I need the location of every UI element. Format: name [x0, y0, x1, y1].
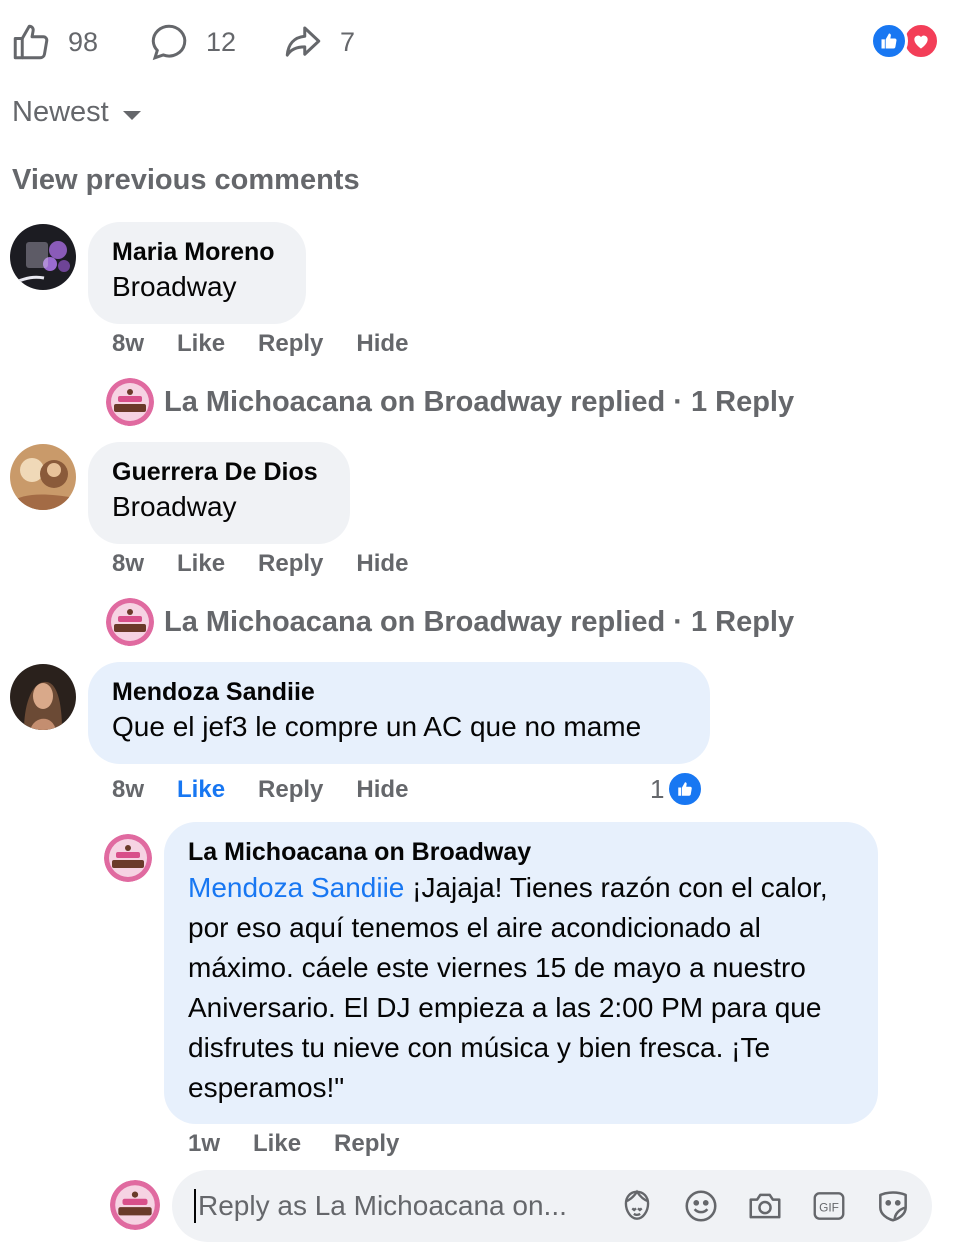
svg-text:GIF: GIF [819, 1201, 839, 1215]
comment-timestamp[interactable]: 8w [112, 330, 144, 358]
thumbs-up-icon [13, 24, 49, 60]
page-avatar [106, 598, 154, 646]
avatar[interactable] [10, 444, 76, 510]
comment-sort-dropdown[interactable]: Newest [12, 96, 141, 129]
share-count: 7 [340, 26, 356, 57]
comment-author[interactable]: Guerrera De Dios [112, 456, 326, 488]
reply-bubble: La Michoacana on Broadway Mendoza Sandii… [164, 822, 878, 1124]
replied-summary: La Michoacana on Broadway replied · 1 Re… [164, 385, 795, 418]
reply-button[interactable]: Reply [258, 550, 323, 578]
comment-text: Que el jef3 le compre un AC que no mame [112, 711, 642, 742]
comment-count: 12 [206, 26, 237, 57]
reaction-count: 1 [650, 773, 665, 804]
share-icon [285, 26, 321, 57]
text-cursor [194, 1189, 196, 1223]
comment-text: Broadway [112, 271, 237, 302]
reply-actions: 1w Like Reply [188, 1130, 399, 1158]
replied-summary: La Michoacana on Broadway replied · 1 Re… [164, 605, 795, 638]
page-avatar [106, 378, 154, 426]
comment-bubble: Maria Moreno Broadway [88, 222, 306, 324]
like-reaction-icon [666, 770, 705, 808]
view-replies-link[interactable]: La Michoacana on Broadway replied · 1 Re… [106, 378, 794, 426]
like-button[interactable]: Like [177, 330, 225, 358]
comment-author[interactable]: Mendoza Sandiie [112, 676, 686, 708]
camera-icon[interactable] [746, 1187, 784, 1225]
caret-down-icon [122, 111, 141, 120]
page-avatar[interactable] [104, 834, 152, 882]
reply-author[interactable]: La Michoacana on Broadway [188, 836, 854, 868]
reply-input[interactable]: Reply as La Michoacana on... GIF [172, 1170, 932, 1242]
reaction-summary[interactable] [870, 22, 942, 62]
sticker-icon[interactable] [874, 1187, 912, 1225]
comment-author[interactable]: Maria Moreno [112, 236, 282, 268]
avatar[interactable] [10, 224, 76, 290]
hide-button[interactable]: Hide [356, 550, 408, 578]
gif-icon[interactable]: GIF [810, 1187, 848, 1225]
view-replies-link[interactable]: La Michoacana on Broadway replied · 1 Re… [106, 598, 794, 646]
hide-button[interactable]: Hide [356, 330, 408, 358]
reply-text: Mendoza Sandiie ¡Jajaja! Tienes razón co… [188, 868, 854, 1108]
reply-input-placeholder: Reply as La Michoacana on... [198, 1190, 567, 1221]
reply-timestamp[interactable]: 1w [188, 1130, 220, 1158]
view-previous-comments-link[interactable]: View previous comments [12, 164, 360, 197]
comment-bubble: Guerrera De Dios Broadway [88, 442, 350, 544]
comment-text: Broadway [112, 491, 237, 522]
comment-reaction-count[interactable]: 1 [650, 770, 705, 808]
composer-avatar [110, 1180, 160, 1230]
like-button[interactable]: Like [177, 776, 225, 804]
avatar[interactable] [10, 664, 76, 730]
comment-timestamp[interactable]: 8w [112, 776, 144, 804]
composer-tools: GIF [618, 1187, 912, 1225]
like-reaction-icon [870, 22, 908, 60]
share-stat[interactable]: 7 [282, 20, 355, 64]
comment-stat[interactable]: 12 [148, 20, 236, 64]
comment-actions: 8w Like Reply Hide [112, 330, 408, 358]
comment-bubble: Mendoza Sandiie Que el jef3 le compre un… [88, 662, 710, 764]
reply-button[interactable]: Reply [258, 330, 323, 358]
emoji-icon[interactable] [682, 1187, 720, 1225]
comment-actions: 8w Like Reply Hide [112, 550, 408, 578]
reply-button[interactable]: Reply [258, 776, 323, 804]
post-stats-bar: 98 12 7 [0, 0, 962, 84]
hide-button[interactable]: Hide [356, 776, 408, 804]
mention-link[interactable]: Mendoza Sandiie [188, 872, 404, 903]
like-button[interactable]: Like [177, 550, 225, 578]
like-count: 98 [68, 26, 99, 57]
avatar-sticker-icon[interactable] [618, 1187, 656, 1225]
comment-timestamp[interactable]: 8w [112, 550, 144, 578]
reply-body: ¡Jajaja! Tienes razón con el calor, por … [188, 872, 828, 1103]
sort-label: Newest [12, 96, 109, 128]
like-button[interactable]: Like [253, 1130, 301, 1158]
like-stat[interactable]: 98 [10, 20, 98, 64]
reply-button[interactable]: Reply [334, 1130, 399, 1158]
comment-actions: 8w Like Reply Hide [112, 776, 408, 804]
comment-icon [151, 24, 187, 61]
